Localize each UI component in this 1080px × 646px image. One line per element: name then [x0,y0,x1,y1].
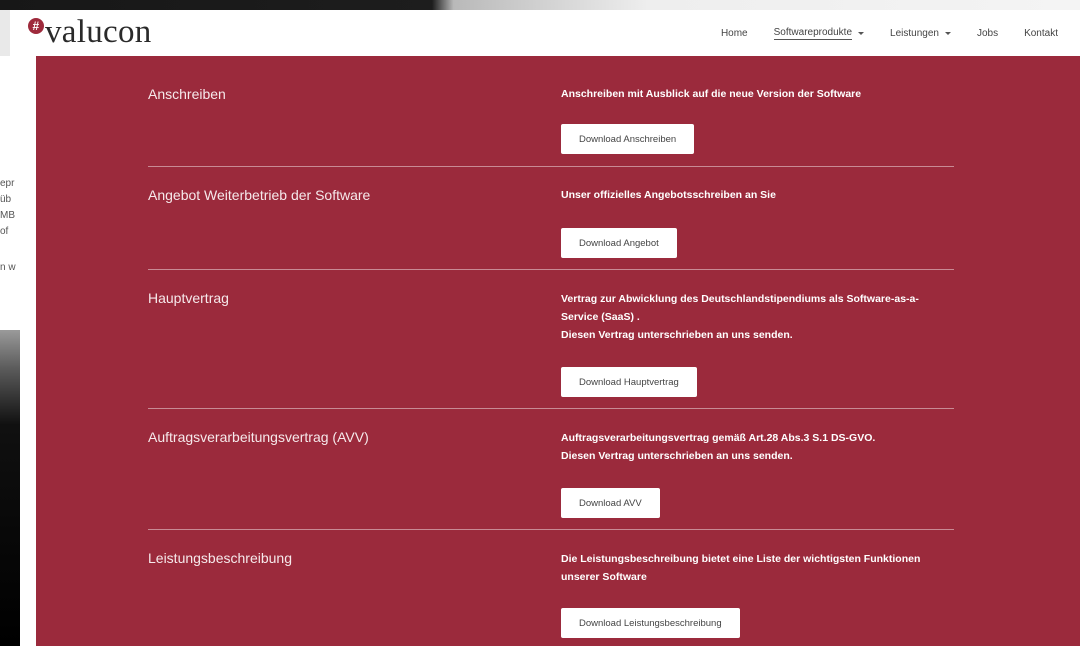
section-title: Anschreiben [148,86,226,102]
download-angebot-button[interactable]: Download Angebot [561,228,677,258]
section-title: Auftragsverarbeitungsvertrag (AVV) [148,429,369,445]
download-leistungsbeschreibung-button[interactable]: Download Leistungsbeschreibung [561,608,740,638]
nav-label: Kontakt [1024,27,1058,39]
nav-softwareprodukte[interactable]: Softwareprodukte [773,26,865,40]
site-header: # valucon Home Softwareprodukte Leistung… [10,10,1080,56]
section-description: Vertrag zur Abwicklung des Deutschlandst… [561,290,951,344]
section-leistungsbeschreibung: Leistungsbeschreibung Die Leistungsbesch… [148,530,954,646]
fragment: of [0,226,9,237]
desc-line: Diesen Vertrag unterschrieben an uns sen… [561,329,793,341]
fragment: n w [0,262,16,273]
section-description: Auftragsverarbeitungsvertrag gemäß Art.2… [561,429,951,465]
desc-line: Anschreiben mit Ausblick auf die neue Ve… [561,88,862,100]
nav-label: Leistungen [890,27,939,39]
desc-line: Diesen Vertrag unterschrieben an uns sen… [561,450,793,462]
download-avv-button[interactable]: Download AVV [561,488,660,518]
nav-label: Softwareprodukte [773,26,853,40]
download-hauptvertrag-button[interactable]: Download Hauptvertrag [561,367,697,397]
logo[interactable]: # valucon [28,14,152,51]
page: epr üb MB of n w # valucon Home Software… [0,0,1080,646]
fragment: MB [0,210,15,221]
fragment: üb [0,194,12,205]
section-avv: Auftragsverarbeitungsvertrag (AVV) Auftr… [148,409,954,530]
nav-label: Home [720,27,748,39]
section-description: Die Leistungsbeschreibung bietet eine Li… [561,550,951,586]
caret-down-icon [858,31,865,35]
nav-label: Jobs [976,27,999,39]
fragment: epr [0,178,15,189]
logo-mark-icon: # [28,18,44,34]
background-dark-area [0,330,20,646]
section-description: Unser offizielles Angebotsschreiben an S… [561,186,951,204]
top-dark-band [0,0,1080,10]
section-title: Hauptvertrag [148,290,229,306]
section-description: Anschreiben mit Ausblick auf die neue Ve… [561,85,951,103]
nav-jobs[interactable]: Jobs [977,28,998,39]
desc-line: Service (SaaS) . [561,311,640,323]
desc-line: unserer Software [561,571,647,583]
logo-text: valucon [45,14,152,50]
section-anschreiben: Anschreiben Anschreiben mit Ausblick auf… [148,56,954,167]
desc-line: Die Leistungsbeschreibung bietet eine Li… [561,553,921,565]
background-text-fragments: epr üb MB of n w [0,176,20,276]
main-nav: Home Softwareprodukte Leistungen Jobs Ko… [721,10,1058,56]
section-title: Angebot Weiterbetrieb der Software [148,187,371,203]
nav-kontakt[interactable]: Kontakt [1024,28,1058,39]
downloads-panel: Anschreiben Anschreiben mit Ausblick auf… [36,56,1080,646]
section-title: Leistungsbeschreibung [148,550,292,566]
section-hauptvertrag: Hauptvertrag Vertrag zur Abwicklung des … [148,270,954,409]
caret-down-icon [944,31,951,35]
section-angebot: Angebot Weiterbetrieb der Software Unser… [148,167,954,270]
download-anschreiben-button[interactable]: Download Anschreiben [561,124,695,154]
nav-home[interactable]: Home [721,28,748,39]
nav-leistungen[interactable]: Leistungen [890,28,951,39]
desc-line: Vertrag zur Abwicklung des Deutschlandst… [561,293,919,305]
desc-line: Unser offizielles Angebotsschreiben an S… [561,189,776,201]
desc-line: Auftragsverarbeitungsvertrag gemäß Art.2… [561,432,876,444]
